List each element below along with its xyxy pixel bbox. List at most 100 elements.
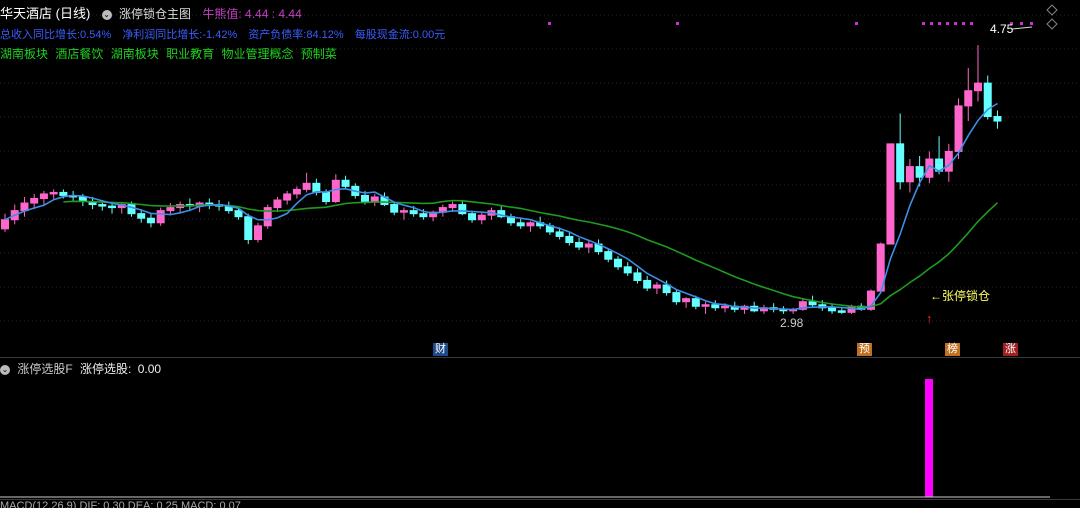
candle-body	[633, 272, 642, 281]
candle-body	[399, 210, 408, 213]
signal-dot	[676, 22, 679, 25]
signal-dot	[930, 22, 933, 25]
candle-body	[886, 143, 895, 245]
candle-body	[555, 231, 564, 237]
stock-title[interactable]: 华天酒店 (日线)	[0, 6, 90, 21]
candle-body	[828, 307, 837, 312]
candle-body	[468, 213, 477, 221]
fund-profit: 净利润同比增长:-1.42%	[122, 29, 238, 41]
candle-body	[361, 194, 370, 203]
candle-body	[613, 258, 622, 268]
candle-body	[302, 182, 311, 190]
event-marker-cai[interactable]: 财	[433, 343, 448, 356]
sub-panel-name[interactable]: 涨停选股F	[17, 362, 72, 376]
bull-value-2: 4.44	[278, 7, 302, 21]
candle-body	[954, 105, 963, 152]
signal-dot	[946, 22, 949, 25]
annotations	[548, 22, 1033, 30]
fund-revenue: 总收入同比增长:0.54%	[0, 29, 112, 41]
candle-body	[448, 204, 457, 209]
candle-body	[623, 266, 632, 274]
candle-body	[575, 242, 584, 248]
bull-value: 4.44	[245, 7, 269, 21]
bull-label: 牛熊值:	[202, 7, 242, 21]
candle-body	[137, 213, 146, 219]
signal-bar	[925, 379, 933, 497]
candle-body	[993, 116, 1002, 122]
candle-body	[925, 158, 934, 178]
candle-body	[166, 207, 175, 212]
sub-panel-value: 0.00	[137, 362, 162, 376]
candle-body	[652, 284, 661, 289]
candle-body	[253, 225, 262, 240]
signal-dot	[1020, 22, 1023, 25]
candle-body	[419, 213, 428, 218]
candle-body	[244, 216, 253, 240]
chevron-down-icon[interactable]: ⌄	[101, 9, 112, 20]
candle-body	[701, 304, 710, 307]
candle-body	[808, 301, 817, 306]
fund-debt: 资产负债率:84.12%	[248, 29, 344, 41]
signal-dot	[548, 22, 551, 25]
candle-body	[146, 217, 155, 224]
candle-body	[1, 219, 9, 230]
event-marker-yu[interactable]: 预	[857, 343, 872, 356]
high-price-label: 4.75	[990, 22, 1014, 36]
candle-body	[341, 179, 350, 187]
concept-tag[interactable]: 湖南板块	[111, 47, 159, 61]
candle-body	[721, 305, 730, 309]
event-marker-bang[interactable]: 榜	[945, 343, 960, 356]
fund-cashflow: 每股现金流:0.00元	[354, 29, 446, 41]
signal-dot	[855, 22, 858, 25]
candle-body	[370, 196, 379, 203]
candle-body	[39, 193, 48, 199]
candle-body	[30, 197, 39, 204]
candle-body	[49, 191, 58, 195]
concept-tag[interactable]: 预制菜	[301, 47, 337, 61]
candle-body	[98, 204, 107, 207]
low-price-label: 2.98	[780, 316, 804, 330]
indicator-name[interactable]: 涨停锁仓主图	[119, 7, 191, 21]
candle-body	[234, 210, 243, 218]
signal-dot	[922, 22, 925, 25]
candle-body	[156, 210, 165, 224]
concept-tag[interactable]: 物业管理概念	[221, 47, 293, 61]
header-row: 华天酒店 (日线) ⌄ 涨停锁仓主图 牛熊值: 4.44 : 4.44	[0, 3, 302, 22]
candle-body	[682, 298, 691, 303]
candle-body	[905, 166, 914, 183]
concept-tag[interactable]: 职业教育	[166, 47, 214, 61]
candle-body	[526, 222, 535, 227]
concept-tag[interactable]: 酒店餐饮	[55, 47, 103, 61]
fundamentals-row: 总收入同比增长:0.54% 净利润同比增长:-1.42% 资产负债率:84.12…	[0, 26, 453, 42]
candle-body	[915, 166, 924, 178]
candle-body	[672, 292, 681, 303]
candle-series	[1, 45, 1002, 314]
candle-body	[59, 191, 68, 196]
candle-body	[283, 193, 292, 201]
candle-body	[458, 204, 467, 215]
candle-body	[477, 214, 486, 221]
candlestick-chart	[0, 14, 1080, 498]
candle-body	[322, 191, 331, 203]
candle-body	[643, 279, 652, 289]
concept-row: 湖南板块 酒店餐饮 湖南板块 职业教育 物业管理概念 预制菜	[0, 45, 341, 62]
candle-body	[584, 243, 593, 248]
chevron-down-icon[interactable]: ⌄	[0, 364, 10, 375]
sub-panel-bars	[0, 379, 1050, 498]
signal-dot	[962, 22, 965, 25]
sub-panel-header: ⌄ 涨停选股F 涨停选股: 0.00	[0, 360, 161, 377]
candle-body	[273, 199, 282, 209]
macd-line: MACD(12,26,9) DIF: 0.30 DEA: 0.25 MACD: …	[0, 500, 241, 508]
concept-tag[interactable]: 湖南板块	[0, 47, 48, 61]
candle-body	[964, 90, 973, 107]
candle-body	[896, 143, 905, 183]
signal-dot	[1030, 22, 1033, 25]
event-marker-zhang[interactable]: 涨	[1003, 343, 1018, 356]
candle-body	[516, 222, 525, 227]
candle-body	[565, 235, 574, 244]
lock-signal-label: ←张停锁仓	[930, 289, 991, 303]
candle-body	[390, 204, 399, 213]
red-up-arrow-icon: ↑	[926, 311, 933, 326]
candle-body	[974, 82, 982, 92]
candle-body	[604, 251, 613, 260]
